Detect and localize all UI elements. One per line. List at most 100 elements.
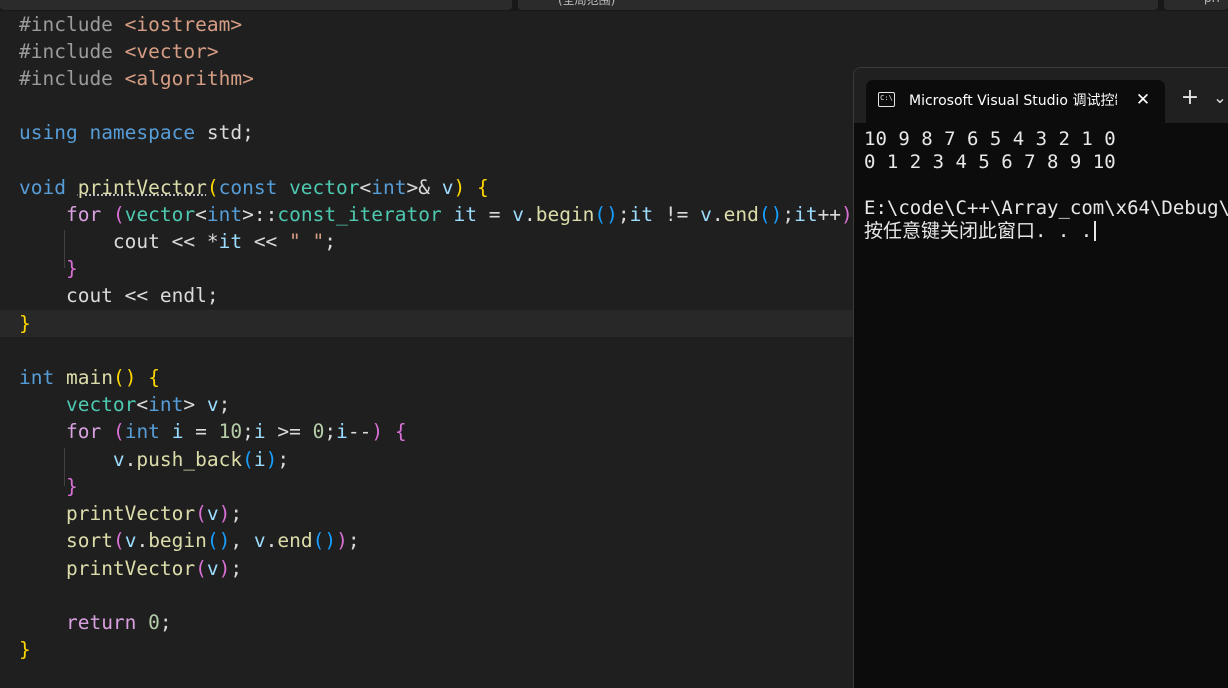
code-token: main (65, 366, 113, 389)
code-line[interactable]: using namespace std; (0, 119, 853, 146)
code-token: sort (65, 529, 113, 552)
terminal-output[interactable]: 10 9 8 7 6 5 4 3 2 1 0 0 1 2 3 4 5 6 7 8… (864, 128, 1228, 243)
code-line-content: printVector(v); (0, 502, 242, 525)
code-line[interactable]: printVector(v); (0, 555, 853, 582)
code-token: { (394, 420, 407, 443)
code-line-content: vector<int> v; (0, 393, 230, 416)
chevron-down-icon[interactable]: ⌄ (1210, 84, 1228, 112)
editor-tab-1[interactable] (0, 0, 512, 10)
code-line[interactable]: } (0, 636, 853, 663)
code-token: cout << endl; (19, 284, 219, 307)
code-line[interactable] (0, 337, 853, 364)
code-line[interactable]: for (int i = 10;i >= 0;i--) { (0, 418, 853, 445)
code-token: ; (782, 203, 795, 226)
code-token: std; (195, 121, 254, 144)
code-line[interactable]: return 0; (0, 609, 853, 636)
code-token: printVector (77, 176, 207, 199)
code-token: ( (112, 203, 125, 226)
code-token: . (265, 529, 278, 552)
code-token: i (171, 420, 184, 443)
code-token: = (476, 203, 513, 226)
code-token: v (441, 176, 454, 199)
code-token: for (65, 203, 102, 226)
code-token: ) (265, 448, 278, 471)
code-token: >& (406, 176, 442, 199)
code-line-content: void printVector(const vector<int>& v) { (0, 176, 489, 199)
code-line[interactable]: v.push_back(i); (0, 446, 853, 473)
code-token: ( (206, 176, 219, 199)
text-cursor (1094, 221, 1096, 241)
code-token: ) (371, 420, 384, 443)
code-token: i (336, 420, 348, 443)
code-token: ( (112, 420, 125, 443)
code-token: v (253, 529, 266, 552)
code-token: ; (159, 611, 172, 634)
code-line-content: cout << endl; (0, 284, 219, 307)
code-token: ( (195, 502, 207, 525)
code-line[interactable]: #include <iostream> (0, 11, 853, 38)
code-token: -- (347, 420, 372, 443)
terminal-tab[interactable]: C:\ Microsoft Visual Studio 调试控制台 ✕ (866, 80, 1165, 123)
member-dropdown-label: pri (1204, 0, 1220, 5)
code-token: . (711, 203, 724, 226)
code-token: it (218, 230, 243, 253)
code-token: . (124, 448, 137, 471)
code-line[interactable] (0, 92, 853, 119)
code-token: 0 (312, 420, 325, 443)
code-line[interactable]: cout << *it << " "; (0, 228, 853, 255)
code-token: < (359, 176, 372, 199)
code-line-content (0, 94, 19, 117)
code-token: , (230, 529, 254, 552)
terminal-tab-title: Microsoft Visual Studio 调试控制台 (909, 93, 1117, 109)
code-token: vector (124, 203, 196, 226)
code-line[interactable]: for (vector<int>::const_iterator it = v.… (0, 201, 876, 228)
code-line-content (0, 339, 19, 362)
code-line[interactable]: } (0, 473, 853, 500)
code-token: int (206, 203, 243, 226)
code-token: } (65, 475, 78, 498)
code-token: end (277, 529, 313, 552)
code-token: } (19, 312, 31, 335)
code-line[interactable]: sort(v.begin(), v.end()); (0, 527, 853, 554)
new-tab-icon[interactable]: + (1176, 84, 1204, 112)
code-token: . (136, 529, 149, 552)
member-dropdown[interactable]: pri (1164, 0, 1228, 10)
output-prompt-text: 按任意键关闭此窗口. . . (864, 220, 1093, 242)
scope-dropdown[interactable]: (全局范围) (518, 0, 1158, 10)
code-token: << (242, 230, 290, 253)
code-line[interactable]: #include <algorithm> (0, 65, 853, 92)
code-line[interactable]: vector<int> v; (0, 391, 853, 418)
code-line[interactable] (0, 582, 853, 609)
code-line[interactable] (0, 147, 853, 174)
close-icon[interactable]: ✕ (1129, 86, 1157, 114)
code-line[interactable]: printVector(v); (0, 500, 853, 527)
code-token: () (206, 529, 231, 552)
code-line[interactable]: cout << endl; (0, 282, 853, 309)
code-token: ( (242, 448, 254, 471)
code-line[interactable]: } (0, 255, 853, 282)
code-line-content: } (0, 475, 78, 498)
code-token: () (594, 203, 618, 226)
code-line[interactable]: } (0, 310, 853, 337)
code-token: v (124, 529, 137, 552)
code-token: v (700, 203, 712, 226)
output-line: E:\code\C++\Array_com\x64\Debug\Array_co… (864, 197, 1228, 219)
code-line-content (0, 584, 19, 607)
code-token: () (758, 203, 783, 226)
code-line[interactable]: #include <vector> (0, 38, 853, 65)
code-line[interactable]: int main() { (0, 364, 853, 391)
code-line[interactable]: void printVector(const vector<int>& v) { (0, 174, 853, 201)
code-token: ; (218, 393, 231, 416)
code-line-content: #include <algorithm> (0, 67, 254, 90)
